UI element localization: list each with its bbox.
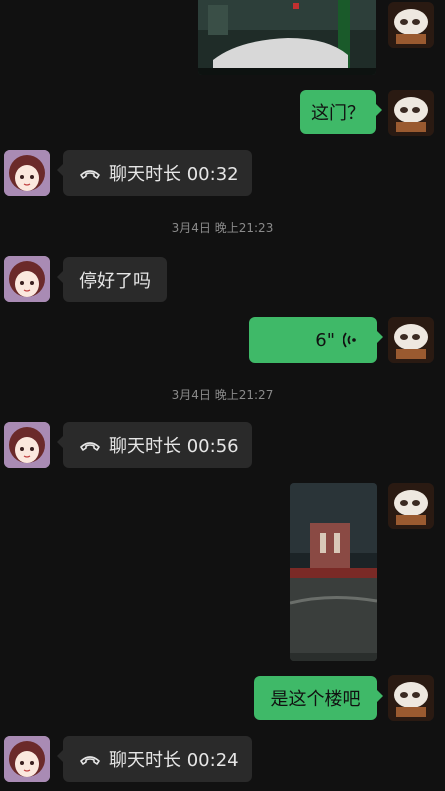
message-timestamp: 3月4日 晚上21:23 [171,221,274,235]
contact-avatar[interactable] [4,256,50,302]
call-duration-text: 聊天时长 00:32 [109,164,239,185]
my-avatar[interactable] [388,317,434,363]
contact-avatar[interactable] [4,422,50,468]
phone-hangup-icon [80,756,100,765]
phone-hangup-icon [80,170,100,179]
message-text: 是这个楼吧 [270,689,361,710]
voice-message-bubble[interactable]: 6" [249,317,383,363]
my-avatar[interactable] [388,675,434,721]
voice-duration: 6" [315,329,335,351]
contact-avatar[interactable] [4,736,50,782]
my-avatar[interactable] [388,90,434,136]
voice-call-record[interactable]: 聊天时长 00:24 [57,736,252,782]
sent-message-bubble[interactable]: 这门？ [300,90,382,134]
received-message-bubble[interactable]: 停好了吗 [57,257,167,302]
my-avatar[interactable] [388,2,434,48]
call-duration-text: 聊天时长 00:24 [109,750,239,771]
voice-call-record[interactable]: 聊天时长 00:32 [57,150,252,196]
sent-photo-car[interactable] [198,0,376,75]
voice-wave-icon [343,332,356,348]
sent-message-bubble[interactable]: 是这个楼吧 [254,676,383,720]
phone-hangup-icon [80,442,100,451]
contact-avatar[interactable] [4,150,50,196]
call-duration-text: 聊天时长 00:56 [109,436,239,457]
my-avatar[interactable] [388,483,434,529]
message-text: 停好了吗 [79,270,151,292]
sent-photo-building[interactable] [290,483,377,661]
voice-call-record[interactable]: 聊天时长 00:56 [57,422,252,468]
message-text: 这门？ [311,103,365,124]
message-timestamp: 3月4日 晚上21:27 [171,388,274,402]
